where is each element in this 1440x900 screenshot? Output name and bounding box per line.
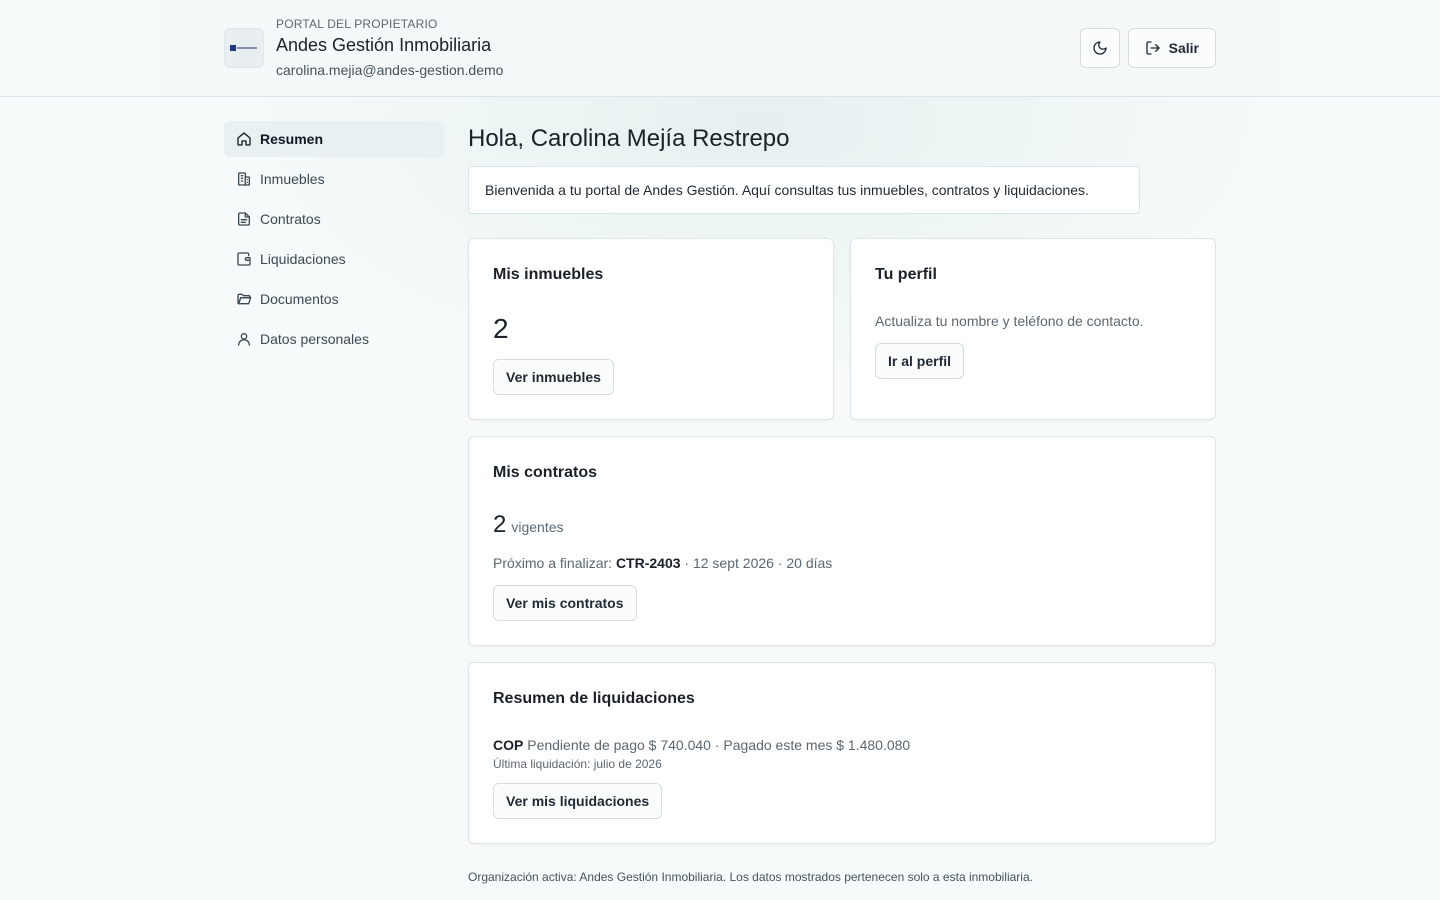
ver-inmuebles-button[interactable]: Ver inmuebles <box>493 359 614 395</box>
card-title: Mis inmuebles <box>493 266 604 283</box>
sidebar-item-label: Inmuebles <box>260 171 325 187</box>
perfil-description: Actualiza tu nombre y teléfono de contac… <box>875 313 1144 329</box>
currency-code: COP <box>493 737 524 753</box>
contratos-count-row: 2 vigentes <box>493 511 564 539</box>
sidebar-item-label: Liquidaciones <box>260 251 346 267</box>
next-to-expire: Próximo a finalizar: CTR-2403 · 12 sept … <box>493 555 832 571</box>
card-title: Tu perfil <box>875 266 937 283</box>
sidebar-item-label: Contratos <box>260 211 321 227</box>
user-icon <box>238 333 250 346</box>
sidebar-item-datos-personales[interactable]: Datos personales <box>224 321 444 357</box>
org-logo <box>224 28 264 68</box>
sidebar-item-contratos[interactable]: Contratos <box>224 201 444 237</box>
card-title: Mis contratos <box>493 464 598 481</box>
card-mis-inmuebles: Mis inmuebles 2 Ver inmuebles <box>468 238 834 420</box>
logo-line <box>237 47 257 49</box>
card-resumen-liquidaciones: Resumen de liquidaciones COP Pendiente d… <box>468 662 1216 844</box>
last-liquidation: Última liquidación: julio de 2026 <box>493 757 662 771</box>
sidebar-nav: Resumen Inmuebles Contratos Liquidacione… <box>224 121 444 361</box>
theme-toggle-button[interactable] <box>1079 28 1120 68</box>
welcome-banner: Bienvenida a tu portal de Andes Gestión.… <box>468 166 1140 214</box>
inmuebles-count: 2 <box>493 313 509 344</box>
document-icon <box>238 212 250 226</box>
logout-label: Salir <box>1168 40 1199 56</box>
contratos-count-suffix: vigentes <box>511 519 564 535</box>
user-email: carolina.mejia@andes-gestion.demo <box>276 62 504 78</box>
contratos-count: 2 <box>493 511 507 538</box>
sidebar-item-resumen[interactable]: Resumen <box>224 121 444 157</box>
sidebar-item-label: Documentos <box>260 291 339 307</box>
sidebar-item-label: Resumen <box>260 131 324 147</box>
sidebar-item-label: Datos personales <box>260 331 369 347</box>
brand: PORTAL DEL PROPIETARIO Andes Gestión Inm… <box>224 16 503 80</box>
ir-al-perfil-button[interactable]: Ir al perfil <box>875 343 965 379</box>
page-title: Hola, Carolina Mejía Restrepo <box>468 125 790 152</box>
card-mis-contratos: Mis contratos 2 vigentes Próximo a final… <box>468 436 1216 646</box>
card-tu-perfil: Tu perfil Actualiza tu nombre y teléfono… <box>850 238 1216 420</box>
main-content: Hola, Carolina Mejía Restrepo Bienvenida… <box>468 122 1216 884</box>
sidebar-item-inmuebles[interactable]: Inmuebles <box>224 161 444 197</box>
portal-eyebrow: PORTAL DEL PROPIETARIO <box>276 17 438 31</box>
home-icon <box>237 132 251 146</box>
ver-mis-contratos-button[interactable]: Ver mis contratos <box>493 585 637 621</box>
brand-text: PORTAL DEL PROPIETARIO Andes Gestión Inm… <box>276 16 503 80</box>
contract-expiry-detail: · 12 sept 2026 · 20 días <box>684 555 833 571</box>
top-bar: PORTAL DEL PROPIETARIO Andes Gestión Inm… <box>0 0 1440 97</box>
card-title: Resumen de liquidaciones <box>493 690 695 707</box>
ver-mis-liquidaciones-button[interactable]: Ver mis liquidaciones <box>493 783 663 819</box>
sidebar-item-documentos[interactable]: Documentos <box>224 281 444 317</box>
logo-mark <box>230 45 236 51</box>
moon-icon <box>1093 41 1107 55</box>
welcome-text: Bienvenida a tu portal de Andes Gestión.… <box>485 182 1089 198</box>
active-org-note: Organización activa: Andes Gestión Inmob… <box>468 870 1033 884</box>
next-to-expire-label: Próximo a finalizar: <box>493 555 613 571</box>
folder-icon <box>237 293 252 305</box>
logout-icon <box>1145 41 1160 55</box>
wallet-icon <box>237 252 251 266</box>
logout-button[interactable]: Salir <box>1127 28 1216 68</box>
liquidaciones-summary: COP Pendiente de pago $ 740.040 · Pagado… <box>493 737 910 753</box>
org-name: Andes Gestión Inmobiliaria <box>276 35 492 55</box>
liquidaciones-amounts: Pendiente de pago $ 740.040 · Pagado est… <box>527 737 911 753</box>
contract-code: CTR-2403 <box>615 555 681 571</box>
building-icon <box>238 172 250 186</box>
top-actions: Salir <box>1079 28 1216 68</box>
sidebar-item-liquidaciones[interactable]: Liquidaciones <box>224 241 444 277</box>
